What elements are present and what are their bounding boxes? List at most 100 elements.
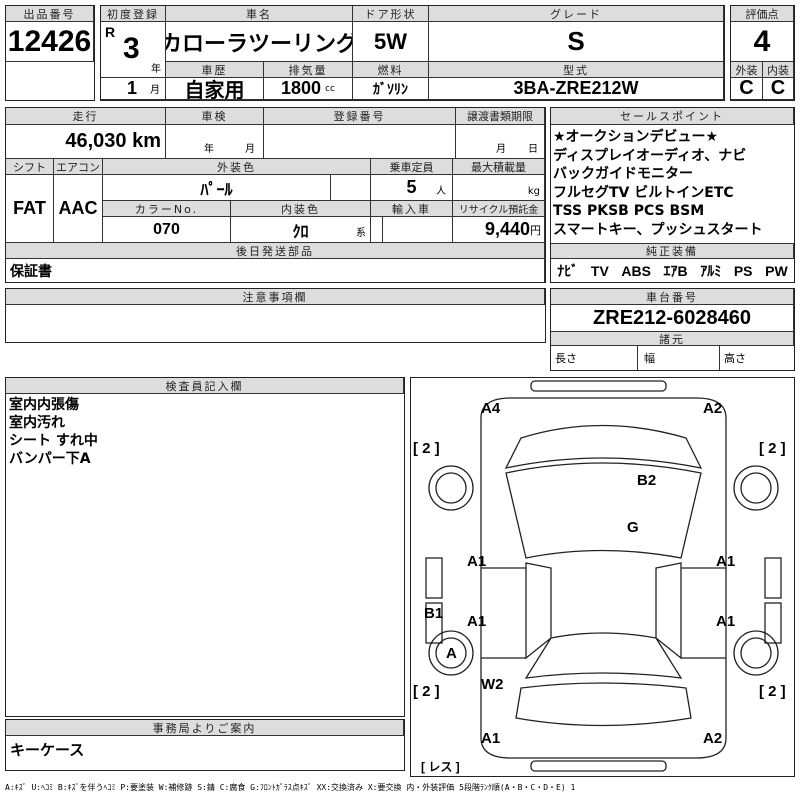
car-name: カローラツーリング (166, 22, 353, 62)
sale-point: ディスプレイオーディオ、ナビ (553, 147, 747, 164)
aircon-value: AAC (54, 175, 103, 243)
history-header: 車歴 (166, 62, 264, 78)
equipment-header: 純正装備 (551, 243, 794, 259)
inspector-notes: 室内内張傷 室内汚れ シート すれ中 バンパー下A (9, 396, 98, 468)
office-header: 事務局よりご案内 (6, 720, 404, 736)
max-load-unit: kg (527, 186, 540, 197)
score-value: 4 (731, 22, 794, 62)
model-header: 型式 (429, 62, 724, 78)
displacement-unit: cc (325, 83, 335, 94)
spec-width: 幅 (638, 346, 720, 370)
chassis-number: ZRE212-6028460 (551, 305, 794, 332)
mark-les: [ レス ] (421, 760, 460, 774)
recycle-value: 9,440 (484, 219, 530, 239)
year: 3 (123, 32, 140, 65)
spec-length: 長さ (551, 346, 638, 370)
inspector-line: シート すれ中 (9, 433, 98, 449)
era: R (105, 24, 116, 40)
vehicle-info-box: 初度登録 R 3 年 1 月 車名 カローラツーリング ドア形状 5W グレード… (100, 5, 725, 101)
chassis-header: 車台番号 (551, 289, 794, 305)
legend: A:ｷｽﾞ U:ﾍｺﾐ B:ｷｽﾞを伴うﾍｺﾐ P:要塗装 W:補修跡 S:錆 … (5, 783, 576, 792)
inspector-header: 検査員記入欄 (6, 378, 404, 394)
mark-w2-rear: W2 (481, 676, 504, 693)
ext-color-extra (331, 175, 371, 201)
mileage-value: 46,030 km (6, 125, 166, 159)
score-header: 評価点 (731, 6, 794, 22)
mileage-header: 走行 (6, 108, 166, 125)
lot-box: 出品番号 12426 (5, 5, 95, 101)
details-box: 走行 46,030 km 車検 年月 登録番号 譲渡書類期限 月日 シフト FA… (5, 107, 546, 283)
later-parts-value: 保証書 (6, 259, 545, 282)
mark-a2-front-right: A2 (703, 400, 723, 417)
equipment-item: PS (733, 262, 753, 279)
shift-header: シフト (6, 159, 54, 175)
year-unit: 年 (151, 64, 161, 75)
int-color-unit: 系 (356, 228, 366, 239)
int-color: ｸﾛ 系 (231, 217, 371, 243)
color-no-header: カラーNo. (103, 201, 231, 217)
mark-a1-front-door-left: A1 (467, 553, 487, 570)
transfer-month: 月 (496, 144, 506, 155)
inspector-line: 室内内張傷 (9, 397, 79, 413)
transfer-day: 日 (528, 144, 538, 155)
max-load: kg (453, 175, 545, 201)
equipment-item: ｴｱB (663, 262, 688, 279)
notes-box: 注意事項欄 (5, 288, 546, 343)
int-header: 内装 (763, 62, 794, 78)
int-color-header: 内装色 (231, 201, 371, 217)
mark-a4-front-left: A4 (481, 400, 501, 417)
recycle-unit: 円 (530, 223, 541, 237)
fuel-value: ｶﾞｿﾘﾝ (353, 78, 429, 100)
sale-point: TSS PKSB PCS BSM (553, 203, 705, 219)
capacity-header: 乗車定員 (371, 159, 453, 175)
displacement-header: 排気量 (264, 62, 353, 78)
equipment-item: PW (765, 262, 788, 279)
sale-points-list: ★オークションデビュー★ ディスプレイオーディオ、ナビ バックガイドモニター フ… (553, 128, 762, 239)
sale-points-box: セールスポイント ★オークションデビュー★ ディスプレイオーディオ、ナビ バック… (550, 107, 795, 283)
sale-point: ★オークションデビュー★ (553, 129, 719, 145)
mark-2-front-right: [ 2 ] (759, 440, 786, 457)
displacement: 1800 cc (264, 78, 353, 100)
int-color-value: ｸﾛ (292, 223, 309, 241)
office-value: キーケース (10, 741, 85, 759)
capacity: 5人 (371, 175, 453, 201)
inspection-header: 車検 (166, 108, 264, 125)
first-reg-month: 1 月 (101, 78, 166, 100)
insp-year: 年 (204, 144, 214, 155)
displacement-value: 1800 (281, 78, 322, 98)
spec-height: 高さ (724, 352, 746, 365)
transfer-header: 譲渡書類期限 (456, 108, 545, 125)
transfer-value: 月日 (456, 125, 545, 159)
recycle: 9,440 円 (453, 217, 545, 243)
grade-value: S (429, 22, 724, 62)
inspector-box: 検査員記入欄 室内内張傷 室内汚れ シート すれ中 バンパー下A (5, 377, 405, 717)
ext-color-value: ﾊﾟｰﾙ (103, 175, 331, 201)
mark-a1-front-door-right: A1 (716, 553, 736, 570)
aircon-header: エアコン (54, 159, 103, 175)
chassis-box: 車台番号 ZRE212-6028460 諸元 長さ 幅 高さ (550, 288, 795, 371)
first-reg-header: 初度登録 (101, 6, 166, 22)
inspector-line: バンパー下A (9, 451, 91, 467)
door-value: 5W (353, 22, 429, 62)
sale-point: フルセグTV ビルトインETC (553, 184, 734, 201)
sale-point: バックガイドモニター (553, 166, 693, 182)
mark-2-front-left: [ 2 ] (413, 440, 440, 457)
ext-header: 外装 (731, 62, 763, 78)
history-value: 自家用 (166, 78, 264, 100)
reg-no-value (264, 125, 456, 159)
recycle-header: リサイクル預託金 (453, 201, 545, 217)
sale-points-header: セールスポイント (551, 108, 794, 125)
car-name-header: 車名 (166, 6, 353, 22)
mark-2-rear-left: [ 2 ] (413, 683, 440, 700)
equipment-item: ABS (621, 262, 651, 279)
lot-header: 出品番号 (6, 6, 94, 22)
model-value: 3BA-ZRE212W (429, 78, 724, 100)
car-outline (425, 380, 782, 772)
grade-header: グレード (429, 6, 724, 22)
color-no-value: 070 (103, 217, 231, 243)
import-header: 輸入車 (371, 201, 453, 217)
spec-header: 諸元 (551, 332, 794, 346)
equipment-item: ｱﾙﾐ (700, 262, 722, 279)
equipment-item: ﾅﾋﾞ (557, 262, 579, 279)
mark-b2-hood: B2 (637, 472, 657, 489)
